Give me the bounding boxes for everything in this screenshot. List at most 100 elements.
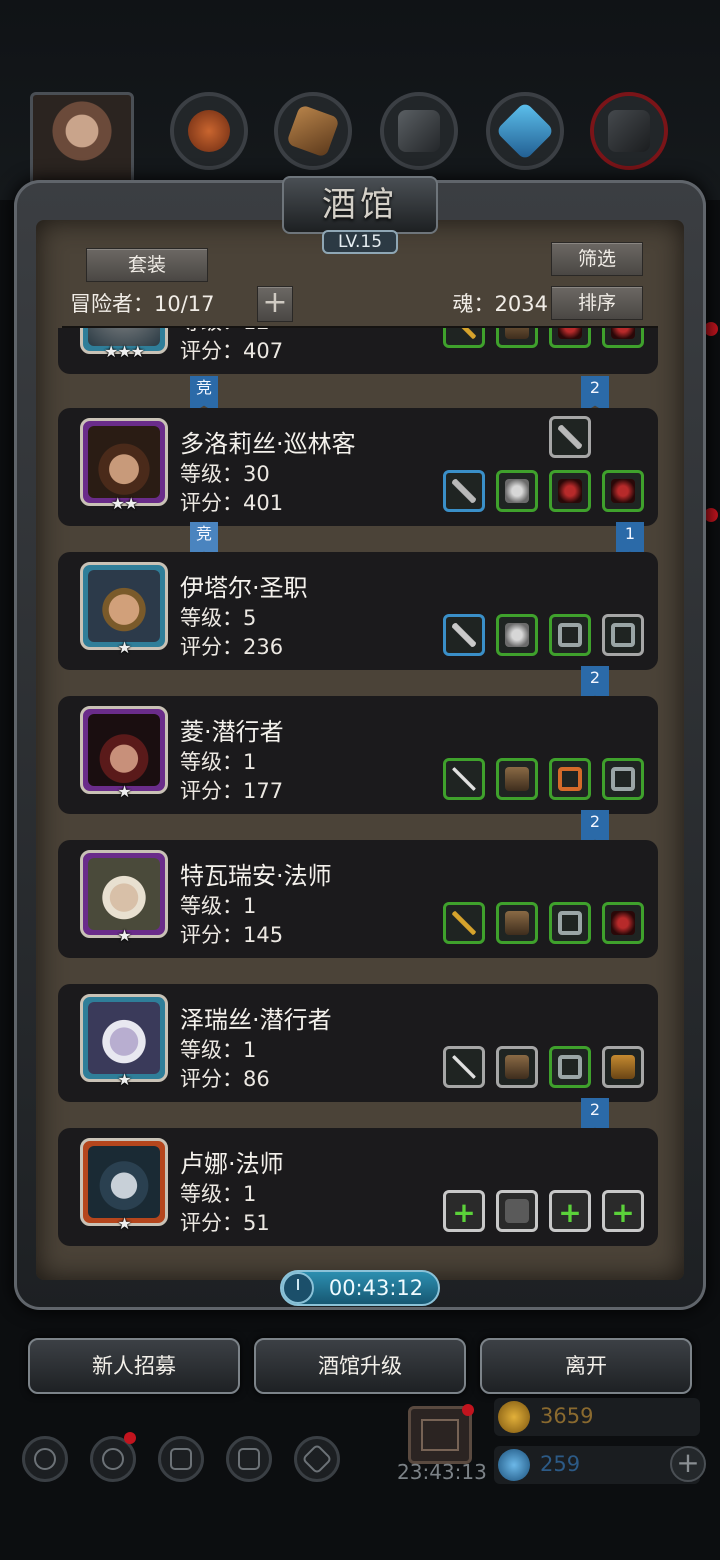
- add-accessory-icon[interactable]: [549, 1190, 591, 1232]
- add-weapon-icon[interactable]: [443, 1190, 485, 1232]
- hero-score: 评分：236: [180, 635, 284, 659]
- ring-equip-icon[interactable]: [549, 758, 591, 800]
- axe-equip-icon[interactable]: [443, 470, 485, 512]
- crystal-resource-icon[interactable]: [486, 92, 564, 170]
- clock-icon: [282, 1272, 314, 1304]
- armor-silhouette-icon[interactable]: [496, 1190, 538, 1232]
- hero-stars: ★★★: [103, 342, 145, 361]
- map-icon[interactable]: [294, 1436, 340, 1482]
- notification-dot: [124, 1432, 136, 1444]
- suit-button[interactable]: 套装: [86, 248, 208, 282]
- amulet-equip-icon[interactable]: [602, 470, 644, 512]
- hero-portrait: ★: [80, 1138, 168, 1233]
- cloak-equip-icon[interactable]: [496, 1046, 538, 1088]
- player-avatar[interactable]: [30, 92, 134, 188]
- hammer-equip-icon[interactable]: [443, 614, 485, 656]
- hero-list[interactable]: ★★★ 等级：12 评分：407 竞 2 ★★ 多洛莉丝·巡林客 等级：30 评…: [58, 328, 668, 1274]
- hero-stars: ★: [117, 782, 131, 801]
- ring-equip-icon[interactable]: [602, 614, 644, 656]
- hero-portrait: ★: [80, 994, 168, 1089]
- cloak-equip-icon[interactable]: [496, 328, 538, 348]
- hero-name: 菱·潜行者: [180, 718, 284, 746]
- notification-dot: [462, 1404, 474, 1416]
- hero-stars: ★: [117, 926, 131, 945]
- sort-button[interactable]: 排序: [551, 286, 643, 320]
- wood-resource-icon[interactable]: [274, 92, 352, 170]
- hero-stars: ★: [117, 1070, 131, 1089]
- ring-equip-icon[interactable]: [549, 614, 591, 656]
- hero-score: 评分：407: [180, 339, 284, 363]
- gem-amount: 259: [540, 1452, 581, 1476]
- panel-title: 酒馆: [322, 185, 398, 225]
- hero-card[interactable]: ★ 泽瑞丝·潜行者 等级：1 评分：86: [58, 984, 658, 1102]
- notification-dot: [704, 322, 718, 336]
- dagger-equip-icon[interactable]: [443, 1046, 485, 1088]
- mail-icon[interactable]: [226, 1436, 272, 1482]
- ring-equip-icon[interactable]: [549, 902, 591, 944]
- gold-display: 3659: [494, 1398, 700, 1436]
- amulet-equip-icon[interactable]: [602, 902, 644, 944]
- hero-score: 评分：51: [180, 1211, 270, 1235]
- gift-icon[interactable]: [408, 1406, 472, 1464]
- leave-button[interactable]: 离开: [480, 1338, 692, 1394]
- staff-equip-icon[interactable]: [443, 902, 485, 944]
- amulet-equip-icon[interactable]: [602, 328, 644, 348]
- iron-resource-icon[interactable]: [380, 92, 458, 170]
- hero-name: 特瓦瑞安·法师: [180, 862, 332, 890]
- hero-card[interactable]: ★★★ 等级：12 评分：407: [58, 328, 658, 374]
- pickaxe-equip-icon[interactable]: [549, 416, 591, 458]
- hero-name: 伊塔尔·圣职: [180, 574, 308, 602]
- hero-stars: ★: [117, 638, 131, 657]
- hero-stars: ★★: [110, 494, 139, 513]
- amulet-equip-icon[interactable]: [549, 328, 591, 348]
- hero-score: 评分：145: [180, 923, 284, 947]
- hero-card[interactable]: ★★ 多洛莉丝·巡林客 等级：30 评分：401: [58, 408, 658, 526]
- hero-portrait: ★: [80, 562, 168, 657]
- cloak-equip-icon[interactable]: [496, 902, 538, 944]
- hero-level: 等级：1: [180, 894, 257, 918]
- hero-name: 卢娜·法师: [180, 1150, 284, 1178]
- gift-timer: 23:43:13: [397, 1460, 487, 1484]
- meat-resource-icon[interactable]: [170, 92, 248, 170]
- filter-button[interactable]: 筛选: [551, 242, 643, 276]
- hero-name: 多洛莉丝·巡林客: [180, 430, 356, 458]
- hero-score: 评分：401: [180, 491, 284, 515]
- hero-card[interactable]: ★ 特瓦瑞安·法师 等级：1 评分：145: [58, 840, 658, 958]
- hero-card[interactable]: ★ 菱·潜行者 等级：1 评分：177: [58, 696, 658, 814]
- top-resource-bar: [0, 0, 720, 200]
- dagger-equip-icon[interactable]: [443, 758, 485, 800]
- hero-score: 评分：177: [180, 779, 284, 803]
- gem-icon: [498, 1449, 530, 1481]
- adventurer-count: 冒险者：10/17: [70, 292, 215, 316]
- inventory-icon[interactable]: [158, 1436, 204, 1482]
- ring-equip-icon[interactable]: [602, 758, 644, 800]
- hero-card[interactable]: ★ 伊塔尔·圣职 等级：5 评分：236: [58, 552, 658, 670]
- gold-icon: [498, 1401, 530, 1433]
- hero-score: 评分：86: [180, 1067, 270, 1091]
- title-plate: 酒馆: [282, 176, 438, 234]
- staff-equip-icon[interactable]: [443, 328, 485, 348]
- chest-equip-icon[interactable]: [602, 1046, 644, 1088]
- add-currency-button[interactable]: +: [670, 1446, 706, 1482]
- hero-card[interactable]: ★ 卢娜·法师 等级：1 评分：51: [58, 1128, 658, 1246]
- ore-resource-icon[interactable]: [590, 92, 668, 170]
- upgrade-tavern-button[interactable]: 酒馆升级: [254, 1338, 466, 1394]
- add-accessory-icon[interactable]: [602, 1190, 644, 1232]
- settings-icon[interactable]: [22, 1436, 68, 1482]
- armor-equip-icon[interactable]: [496, 614, 538, 656]
- armor-equip-icon[interactable]: [496, 470, 538, 512]
- soul-count: 魂：2034: [452, 292, 548, 316]
- cloak-equip-icon[interactable]: [496, 758, 538, 800]
- add-slot-button[interactable]: +: [257, 286, 293, 322]
- hero-portrait: ★: [80, 850, 168, 945]
- recruit-button[interactable]: 新人招募: [28, 1338, 240, 1394]
- tavern-level-badge: LV.15: [322, 230, 398, 254]
- hero-stars: ★: [117, 1214, 131, 1233]
- ring-equip-icon[interactable]: [549, 1046, 591, 1088]
- hero-level: 等级：1: [180, 1182, 257, 1206]
- hero-level: 等级：1: [180, 1038, 257, 1062]
- hero-portrait: ★: [80, 706, 168, 801]
- amulet-equip-icon[interactable]: [549, 470, 591, 512]
- hero-portrait: ★★★: [80, 328, 168, 361]
- hero-level: 等级：1: [180, 750, 257, 774]
